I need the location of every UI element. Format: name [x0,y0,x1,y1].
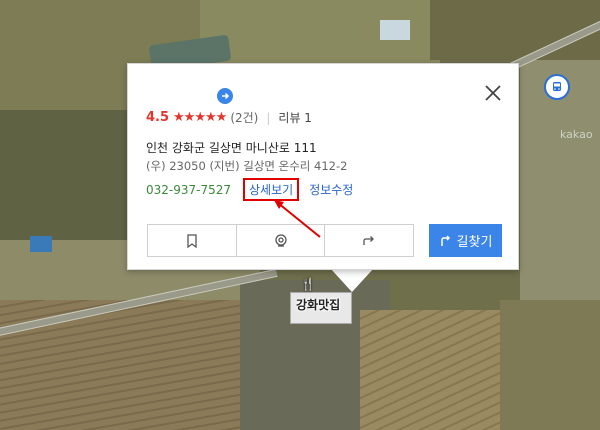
review-link[interactable]: 리뷰 1 [278,109,312,126]
map-building [380,20,410,40]
restaurant-poi-icon[interactable]: 🍴 [300,276,316,292]
map-building [30,236,52,252]
map-terrain [500,300,600,430]
rating-row: 4.5 ★★★★★ (2건) | 리뷰 1 [146,109,312,126]
route-button[interactable]: 길찾기 [429,224,502,257]
divider: | [266,110,271,125]
route-icon [440,235,450,246]
bookmark-button[interactable] [148,225,237,256]
bus-icon[interactable] [544,74,570,100]
star-rating: ★★★★★ [173,110,227,125]
road-address: 인천 강화군 길상면 마니산로 111 [146,141,317,155]
share-icon [363,235,375,245]
rating-score: 4.5 [146,110,170,125]
close-icon [485,85,501,101]
bookmark-icon [187,233,197,248]
arrow-right-icon[interactable] [217,88,233,104]
popup-tail [330,268,374,292]
map-terrain [430,0,600,60]
annotation-arrow-icon [274,200,321,238]
map-watermark: kakao [560,128,593,141]
route-label: 길찾기 [456,235,493,250]
close-button[interactable] [482,82,504,104]
postal-lot-address: (우) 23050 (지번) 길상면 온수리 412-2 [146,159,348,173]
map-farmland [360,310,520,430]
phone-number[interactable]: 032-937-7527 [146,183,231,197]
rating-count[interactable]: (2건) [230,109,258,126]
place-label[interactable]: 강화맛집 [296,296,340,313]
